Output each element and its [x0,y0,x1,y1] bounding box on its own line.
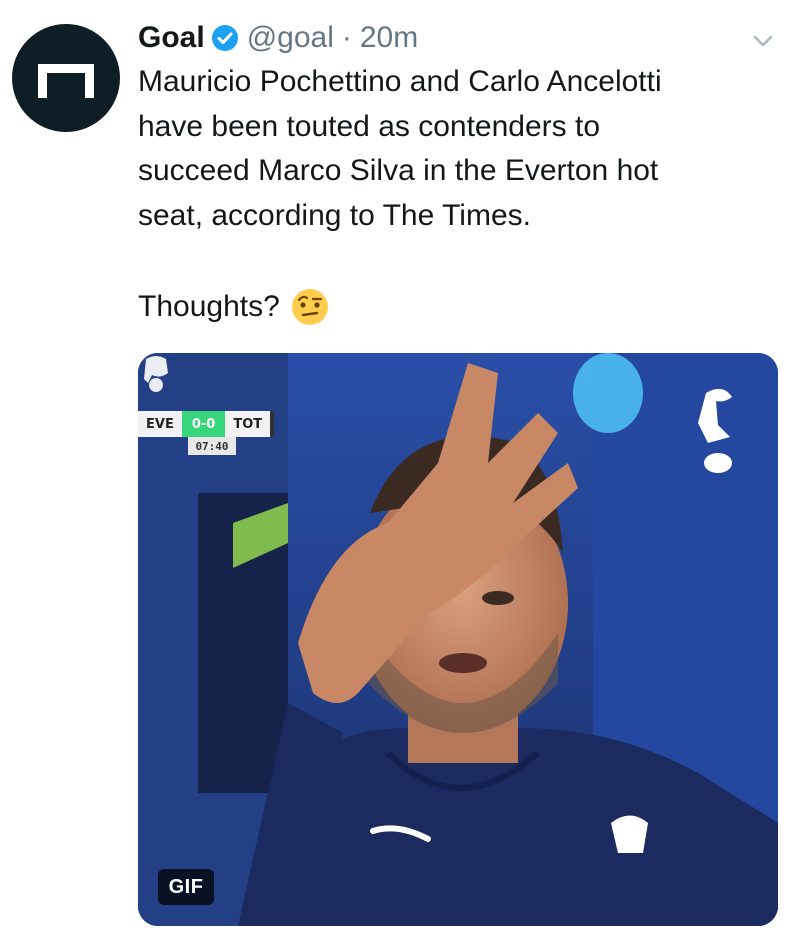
home-team: EVE [138,411,182,437]
scorebug: EVE 0-0 TOT [138,411,275,437]
chevron-down-icon[interactable] [748,28,778,54]
separator-dot: · [341,21,352,54]
thoughts-text: Thoughts? [138,290,280,323]
match-clock: 07:40 [188,437,236,455]
tweet-text: Mauricio Pochettino and Carlo Ancelotti … [138,65,662,232]
score: 0-0 [181,411,226,437]
tweet-text-line: Thoughts? [138,282,330,332]
handle[interactable]: @goal [247,21,334,55]
display-name[interactable]: Goal [138,21,205,55]
verified-badge-icon [211,25,238,51]
goal-logo-icon [38,64,94,98]
face-with-raised-eyebrow-icon [291,289,328,325]
scorebug-divider [270,411,275,437]
lion-logo-icon [144,356,168,392]
gif-media[interactable]: EVE 0-0 TOT 07:40 GIF [138,353,778,926]
tweet-header: Goal @goal · 20m [138,16,418,60]
avatar[interactable] [12,24,120,132]
gif-badge: GIF [158,869,214,905]
away-team: TOT [225,411,271,437]
timestamp[interactable]: 20m [360,21,418,55]
